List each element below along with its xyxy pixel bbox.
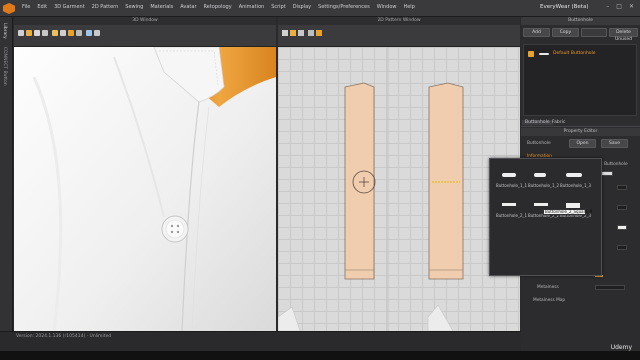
menu-help[interactable]: Help xyxy=(403,4,414,10)
menu-retopology[interactable]: Retopology xyxy=(204,4,232,10)
shape-option-label: Buttonhole_2_1 xyxy=(496,213,528,218)
shape-option[interactable]: Buttonhole_1_2 xyxy=(528,169,560,193)
shape-tooltip: Buttonhole_2_Square_B xyxy=(543,209,593,215)
menu-display[interactable]: Display xyxy=(293,4,311,10)
minimize-icon[interactable]: – xyxy=(606,3,609,10)
delete-unused-button[interactable]: Delete Unused xyxy=(609,28,638,42)
shape-option[interactable]: Buttonhole_1_1 xyxy=(496,169,528,193)
checkbox-icon[interactable] xyxy=(528,51,534,57)
shape-field[interactable] xyxy=(601,171,613,176)
menu-edit[interactable]: Edit xyxy=(37,4,47,10)
status-text: Version: 2024.1.136 (r105414) · Unlimite… xyxy=(16,334,112,339)
buttonhole-tool-icon[interactable] xyxy=(68,30,74,36)
panel-tabs: Buttonhole Fabric xyxy=(521,119,640,127)
buttonhole-shape-icon xyxy=(502,203,516,206)
2d-pattern-view[interactable] xyxy=(278,17,520,331)
2d-pattern-window[interactable]: 2D Pattern Window xyxy=(278,17,520,331)
copy-button[interactable]: Copy xyxy=(552,28,579,37)
select-tool-icon[interactable] xyxy=(18,30,24,36)
tab-fabric[interactable]: Fabric xyxy=(549,120,568,125)
buttonhole-shape-icon xyxy=(566,173,582,177)
property-field[interactable] xyxy=(617,245,627,250)
3d-window-title: 3D Window xyxy=(132,18,158,23)
maximize-icon[interactable]: □ xyxy=(616,3,622,10)
measure-tool-icon[interactable] xyxy=(52,30,58,36)
shape-picker-popup[interactable]: Buttonhole_1_1 Buttonhole_1_2 Buttonhole… xyxy=(489,158,602,276)
3d-toolbar xyxy=(14,25,276,47)
3d-garment-view[interactable] xyxy=(14,17,276,331)
fold-tool-icon[interactable] xyxy=(42,30,48,36)
sewing-tool-icon[interactable] xyxy=(76,30,82,36)
property-field[interactable] xyxy=(617,225,627,230)
bottom-bar xyxy=(0,351,640,360)
property-object-label: Buttonhole xyxy=(527,141,551,146)
buttonhole-shape-icon xyxy=(534,173,546,177)
menu-settings[interactable]: Settings/Preferences xyxy=(318,4,370,10)
shape-option-label: Buttonhole_1_1 xyxy=(496,183,528,188)
buttonhole-shape-icon xyxy=(502,173,516,177)
buttonhole-panel-header: Buttonhole xyxy=(521,17,640,25)
metalness-label: Metalness xyxy=(537,285,559,290)
button-tool-icon[interactable] xyxy=(60,30,66,36)
shape-option-label: Buttonhole_1_2 xyxy=(528,183,560,188)
menu-file[interactable]: File xyxy=(22,4,30,10)
buttonhole-shape-icon xyxy=(539,53,549,55)
save-button[interactable]: Save xyxy=(601,139,628,148)
3d-window[interactable]: 3D Window xyxy=(14,17,276,331)
library-tab[interactable]: Library xyxy=(2,23,7,39)
status-bar: Version: 2024.1.136 (r105414) · Unlimite… xyxy=(0,331,521,351)
menu-3d-garment[interactable]: 3D Garment xyxy=(54,4,85,10)
open-button[interactable]: Open xyxy=(569,139,596,148)
disabled-button[interactable] xyxy=(581,28,607,37)
menu-materials[interactable]: Materials xyxy=(150,4,173,10)
menu-bar: File Edit 3D Garment 2D Pattern Sewing M… xyxy=(0,0,640,17)
list-item-label: Default Buttonhole xyxy=(553,51,596,56)
app-logo-icon xyxy=(3,3,15,14)
shape-option[interactable]: Buttonhole_2_1 xyxy=(496,199,528,223)
move-tool-icon[interactable] xyxy=(26,30,32,36)
shape-option-label: Buttonhole_1_3 xyxy=(560,183,592,188)
3d-window-header: 3D Window xyxy=(14,17,276,25)
app-window: File Edit 3D Garment 2D Pattern Sewing M… xyxy=(0,0,640,360)
menu-sewing[interactable]: Sewing xyxy=(125,4,143,10)
connect-label[interactable]: CONNECT Button xyxy=(2,47,7,86)
metalness-map-label[interactable]: Metalness Map xyxy=(533,298,565,303)
menu-window[interactable]: Window xyxy=(377,4,397,10)
buttonhole-panel-title: Buttonhole xyxy=(568,18,593,23)
app-title: EveryWear (Beta) xyxy=(540,4,589,10)
buttonhole-list[interactable]: Default Buttonhole xyxy=(523,44,637,116)
shape-option[interactable]: Buttonhole_1_3 xyxy=(560,169,592,193)
metalness-slider[interactable] xyxy=(595,285,625,290)
buttonhole-shape-icon xyxy=(534,203,548,206)
left-dock-strip: Library CONNECT Button xyxy=(0,17,13,351)
menu-2d-pattern[interactable]: 2D Pattern xyxy=(92,4,119,10)
pin-tool-icon[interactable] xyxy=(34,30,40,36)
main-menu: File Edit 3D Garment 2D Pattern Sewing M… xyxy=(22,4,415,10)
property-field[interactable] xyxy=(617,205,627,210)
menu-avatar[interactable]: Avatar xyxy=(180,4,196,10)
texture-tool-icon[interactable] xyxy=(86,30,92,36)
close-icon[interactable]: ✕ xyxy=(629,3,634,10)
menu-script[interactable]: Script xyxy=(271,4,286,10)
list-item[interactable]: Default Buttonhole xyxy=(527,50,634,58)
window-controls: – □ ✕ xyxy=(606,3,634,10)
buttonhole-shape-icon xyxy=(566,203,580,208)
udemy-watermark: Udemy xyxy=(610,344,632,351)
property-field[interactable] xyxy=(617,185,627,190)
property-editor-title: Property Editor xyxy=(563,129,598,134)
add-button[interactable]: Add xyxy=(523,28,550,37)
avatar-tool-icon[interactable] xyxy=(94,30,100,36)
property-editor-header: Property Editor xyxy=(521,128,640,136)
menu-animation[interactable]: Animation xyxy=(239,4,265,10)
